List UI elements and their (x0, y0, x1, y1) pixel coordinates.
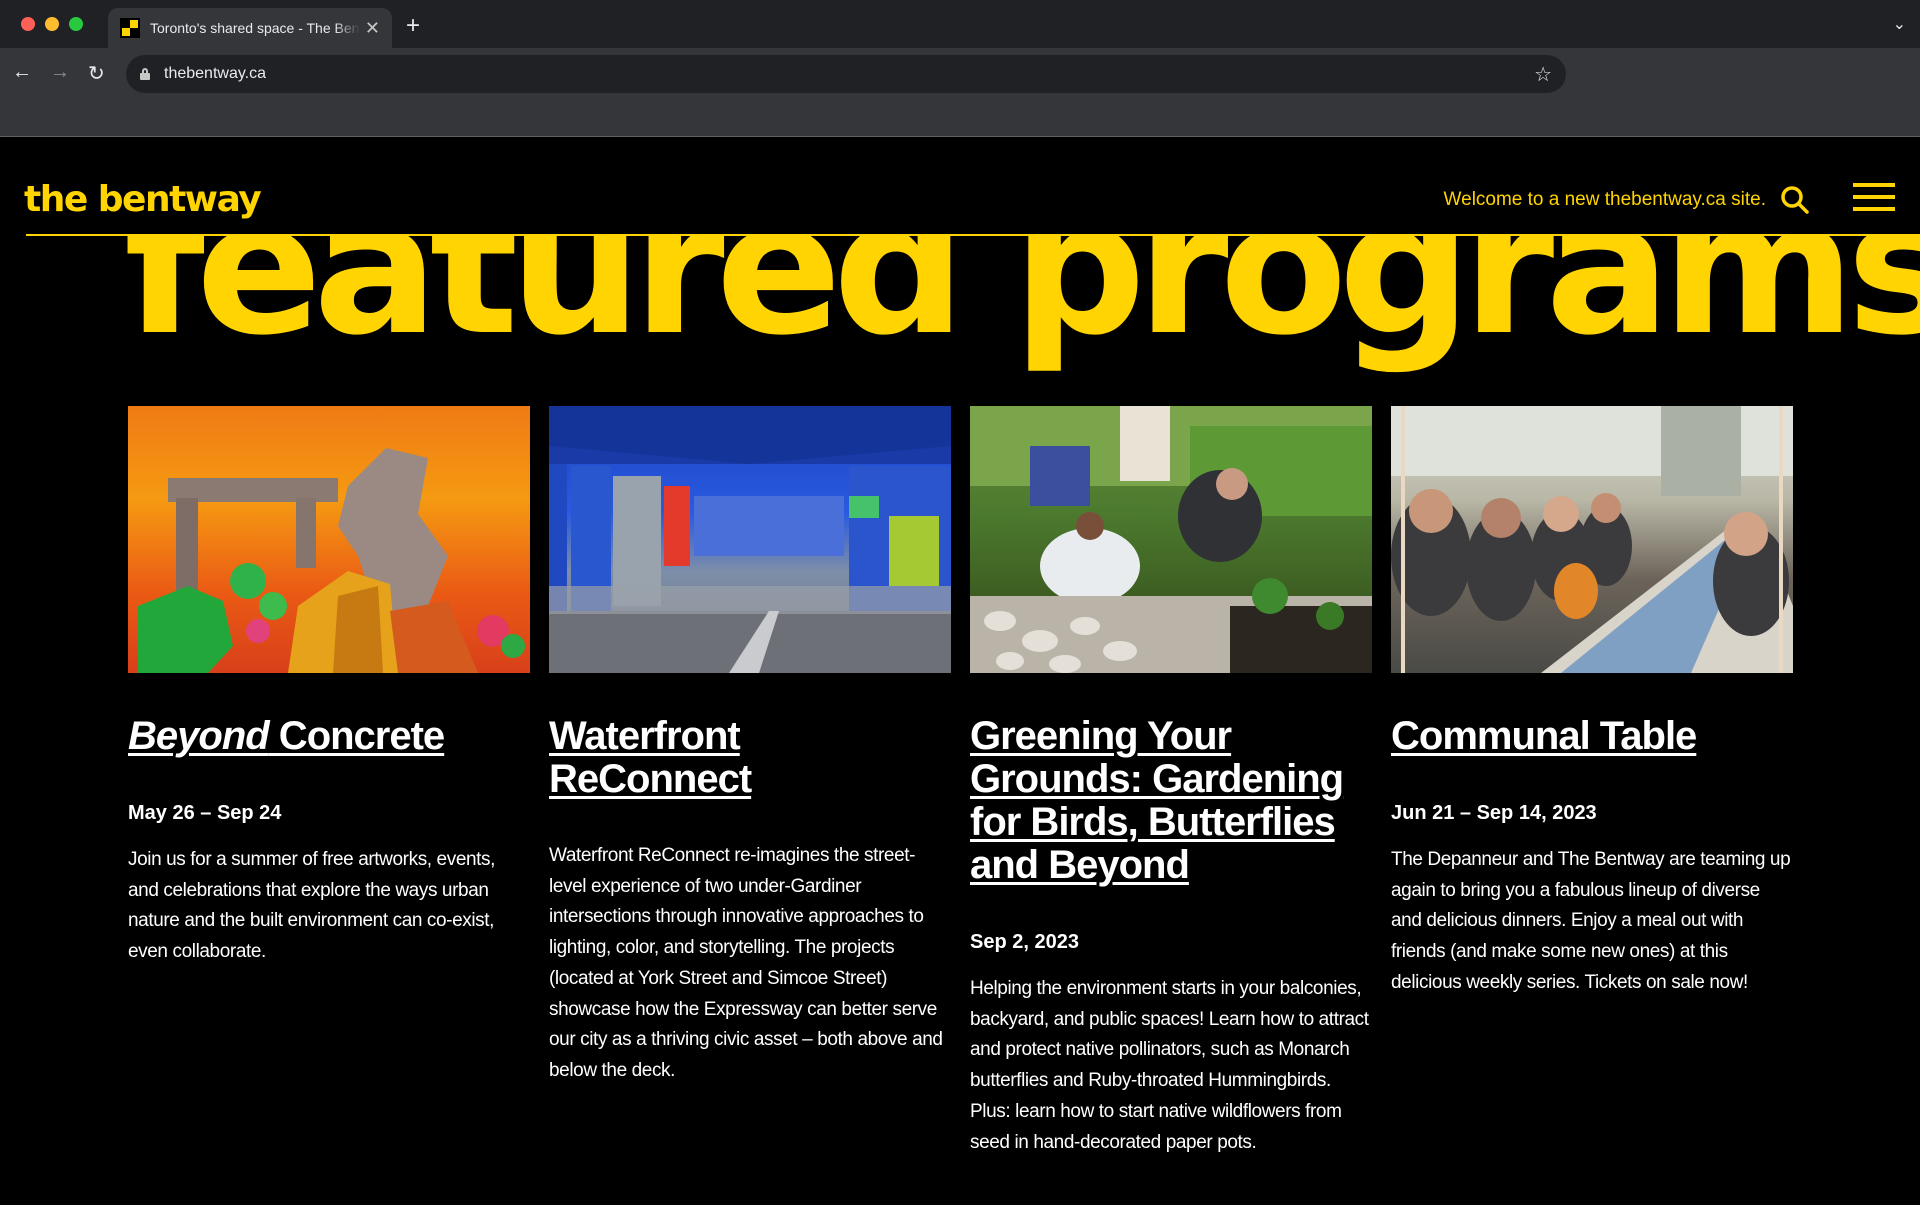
card-image[interactable] (1391, 406, 1793, 673)
active-tab[interactable]: Toronto's shared space - The Bentway ✕ (108, 8, 392, 48)
card-title-link[interactable]: Waterfront ReConnect (549, 715, 951, 801)
url-text[interactable]: thebentway.ca (164, 65, 266, 83)
card-title-link[interactable]: Greening Your Grounds: Gardening for Bir… (970, 715, 1372, 887)
program-card-communal-table: Communal Table Jun 21 – Sep 14, 2023 The… (1391, 406, 1793, 999)
hamburger-menu-icon[interactable] (1853, 183, 1895, 211)
welcome-message[interactable]: Welcome to a new thebentway.ca site. (1444, 189, 1766, 211)
program-card-greening-your-grounds: Greening Your Grounds: Gardening for Bir… (970, 406, 1372, 1158)
card-image[interactable] (128, 406, 530, 673)
forward-arrow-icon[interactable]: → (50, 61, 70, 84)
minimize-window-button[interactable] (45, 17, 59, 31)
card-image[interactable] (970, 406, 1372, 673)
card-description: The Depanneur and The Bentway are teamin… (1391, 849, 1791, 993)
card-title-link[interactable]: Beyond Concrete (128, 715, 530, 758)
card-image[interactable] (549, 406, 951, 673)
program-card-beyond-concrete: Beyond Concrete May 26 – Sep 24 Join us … (128, 406, 530, 968)
card-date: Sep 2, 2023 (970, 931, 1079, 953)
header-divider (26, 234, 1895, 236)
card-title-rest: Concrete (268, 714, 445, 758)
card-description: Waterfront ReConnect re-imagines the str… (549, 845, 943, 1081)
card-title-link[interactable]: Communal Table (1391, 715, 1793, 758)
maximize-window-button[interactable] (69, 17, 83, 31)
browser-chrome: Toronto's shared space - The Bentway ✕ +… (0, 0, 1920, 137)
card-date: May 26 – Sep 24 (128, 802, 282, 824)
reload-icon[interactable]: ↻ (88, 61, 105, 86)
card-title-emphasis: Beyond (128, 714, 270, 758)
close-window-button[interactable] (21, 17, 35, 31)
site-header: the bentway Welcome to a new thebentway.… (0, 137, 1920, 235)
card-description: Helping the environment starts in your b… (970, 978, 1369, 1153)
program-card-waterfront-reconnect: Waterfront ReConnect Waterfront ReConnec… (549, 406, 951, 1087)
page-content: featured programs the bentway Welcome to… (0, 137, 1920, 1205)
search-icon[interactable] (1780, 185, 1810, 215)
new-tab-button[interactable]: + (406, 12, 420, 40)
site-logo[interactable]: the bentway (24, 179, 262, 220)
tab-strip: Toronto's shared space - The Bentway ✕ +… (0, 0, 1920, 48)
bookmark-star-icon[interactable]: ☆ (1534, 62, 1552, 87)
lock-icon[interactable] (140, 68, 150, 80)
card-date: Jun 21 – Sep 14, 2023 (1391, 802, 1597, 824)
card-description: Join us for a summer of free artworks, e… (128, 849, 496, 963)
tab-title: Toronto's shared space - The Bentway (150, 20, 360, 36)
tab-close-icon[interactable]: ✕ (365, 18, 380, 39)
back-arrow-icon[interactable]: ← (12, 61, 32, 84)
tab-search-chevron-icon[interactable]: ⌄ (1893, 14, 1906, 34)
address-bar[interactable]: thebentway.ca ☆ (126, 55, 1566, 93)
bentway-favicon-icon (120, 18, 140, 38)
